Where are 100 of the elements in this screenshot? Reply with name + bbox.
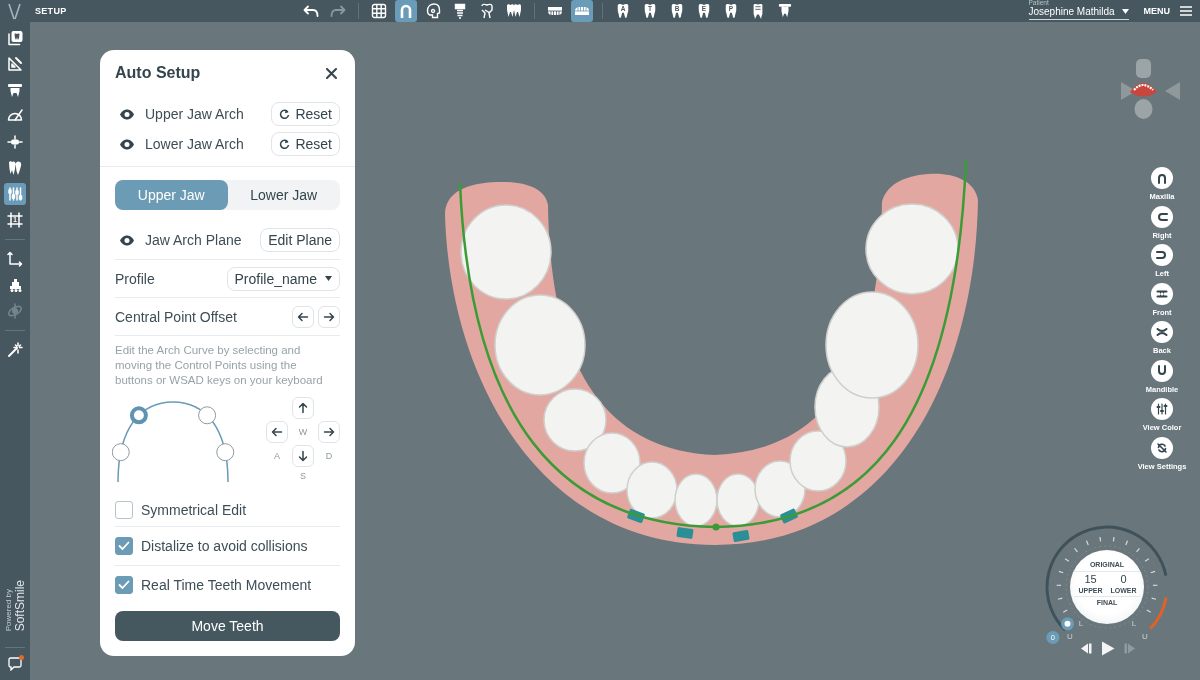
screen-title: SETUP [35, 6, 67, 16]
curves-icon [1156, 326, 1168, 338]
close-icon[interactable] [326, 67, 337, 79]
refresh-icon [279, 108, 291, 120]
arch-label: Upper Jaw Arch [145, 106, 244, 122]
tooth-shape [674, 473, 718, 527]
grid-icon [371, 3, 387, 19]
skull-icon [425, 3, 441, 19]
chat-icon[interactable] [8, 657, 22, 671]
eye-icon[interactable] [119, 138, 135, 150]
arrow-right-icon [323, 310, 335, 323]
checkbox-label: Real Time Teeth Movement [141, 577, 312, 593]
move-teeth-button[interactable]: Move Teeth [115, 611, 340, 641]
caret-icon [325, 276, 332, 281]
key-label: W [298, 427, 308, 437]
u-arch-icon [1156, 364, 1168, 377]
tooth-icon [616, 2, 630, 20]
cross-icon [7, 134, 23, 150]
tooth-icon [697, 2, 711, 20]
key-label: S [300, 471, 306, 481]
direction-key[interactable] [292, 397, 314, 419]
eye-icon[interactable] [119, 108, 135, 120]
control-point[interactable] [129, 406, 148, 425]
sidebar-tool[interactable] [4, 183, 26, 205]
direction-key[interactable] [318, 421, 340, 443]
tooth-shape [583, 432, 641, 494]
view-button[interactable] [1151, 205, 1173, 228]
arch-icon [398, 3, 414, 19]
view-button[interactable] [1151, 436, 1173, 459]
offset-right-button[interactable] [318, 305, 340, 328]
refresh-slash-icon [1156, 441, 1168, 454]
tooth-shape [716, 473, 760, 527]
bracket-marker [779, 508, 799, 524]
key-label: D [325, 451, 333, 461]
upper-teeth-icon [547, 5, 563, 17]
help-text: Edit the Arch Curve by selecting and moving the Control Points using the buttons or WSAD keys on your keyboard [115, 335, 340, 388]
bracket-marker [732, 529, 750, 543]
edit-plane-button[interactable]: Edit Plane [260, 228, 340, 252]
checkbox[interactable] [115, 576, 133, 594]
tooth-bar-icon [7, 82, 23, 98]
view-button[interactable] [1151, 282, 1173, 305]
profile-label: Profile [115, 270, 155, 287]
arrow-left-icon [297, 310, 309, 323]
tooth-shape [789, 430, 847, 492]
check-icon [118, 541, 130, 551]
patient-dropdown[interactable]: Josephine Mathilda [1028, 6, 1129, 20]
view-button[interactable] [1151, 167, 1173, 189]
magic-wand-icon [7, 342, 23, 358]
play-icon[interactable] [1101, 641, 1115, 656]
tooth-icon [670, 2, 684, 20]
arch-icon [1156, 172, 1168, 184]
check-icon [118, 580, 130, 590]
scale-label: L [1078, 619, 1084, 628]
offset-label: Central Point Offset [115, 308, 237, 325]
arrow-right-icon [323, 426, 335, 438]
step-back-icon[interactable] [1080, 643, 1092, 654]
protractor-icon [7, 108, 23, 124]
arrow-up-icon [297, 402, 309, 414]
direction-key[interactable] [266, 421, 288, 443]
offset-left-button[interactable] [292, 305, 314, 328]
panel-title: Auto Setup [115, 64, 201, 82]
key-label: A [274, 451, 280, 461]
reset-button[interactable]: Reset [271, 102, 340, 126]
arch-side-icon [1156, 210, 1168, 223]
redo-icon [330, 5, 346, 17]
count-value: 15 [1084, 573, 1097, 586]
count-value: 0 [1120, 573, 1127, 586]
view-button[interactable] [1151, 359, 1173, 382]
tooth-icon [724, 2, 738, 20]
checkbox[interactable] [115, 500, 133, 519]
eye-icon[interactable] [119, 234, 135, 246]
scale-label: U [1142, 632, 1148, 641]
direction-key[interactable] [292, 445, 314, 467]
implant-icon [452, 3, 468, 19]
timeline-knob[interactable] [1061, 617, 1074, 631]
cart-icon [7, 277, 23, 293]
checkbox-label: Distalize to avoid collisions [141, 538, 308, 554]
view-button[interactable] [1151, 244, 1173, 266]
logo-icon [8, 2, 21, 20]
view-button[interactable] [1151, 321, 1173, 343]
jaw-tab[interactable]: Lower Jaw [227, 180, 340, 210]
profile-dropdown[interactable]: Profile_name [226, 266, 340, 291]
refresh-icon [279, 138, 291, 150]
view-tool[interactable] [395, 0, 417, 22]
menu-button[interactable]: MENU [1143, 6, 1192, 16]
checkbox[interactable] [115, 537, 133, 555]
tooth-card-icon [7, 30, 23, 46]
frame-icon [7, 212, 23, 228]
lower-teeth-icon [574, 5, 590, 17]
tooth-shape [626, 461, 678, 519]
undo-icon [303, 5, 319, 17]
jaw-tool[interactable] [571, 0, 593, 22]
reset-button[interactable]: Reset [271, 132, 340, 156]
plane-label: Jaw Arch Plane [145, 232, 242, 248]
powered-by-logo: Powered by SoftSmile [3, 579, 27, 633]
control-point[interactable] [198, 406, 217, 425]
arch-label: Lower Jaw Arch [145, 136, 244, 152]
range-arc [1149, 597, 1168, 630]
scale-label: L [1131, 619, 1137, 628]
view-button[interactable] [1151, 398, 1173, 420]
